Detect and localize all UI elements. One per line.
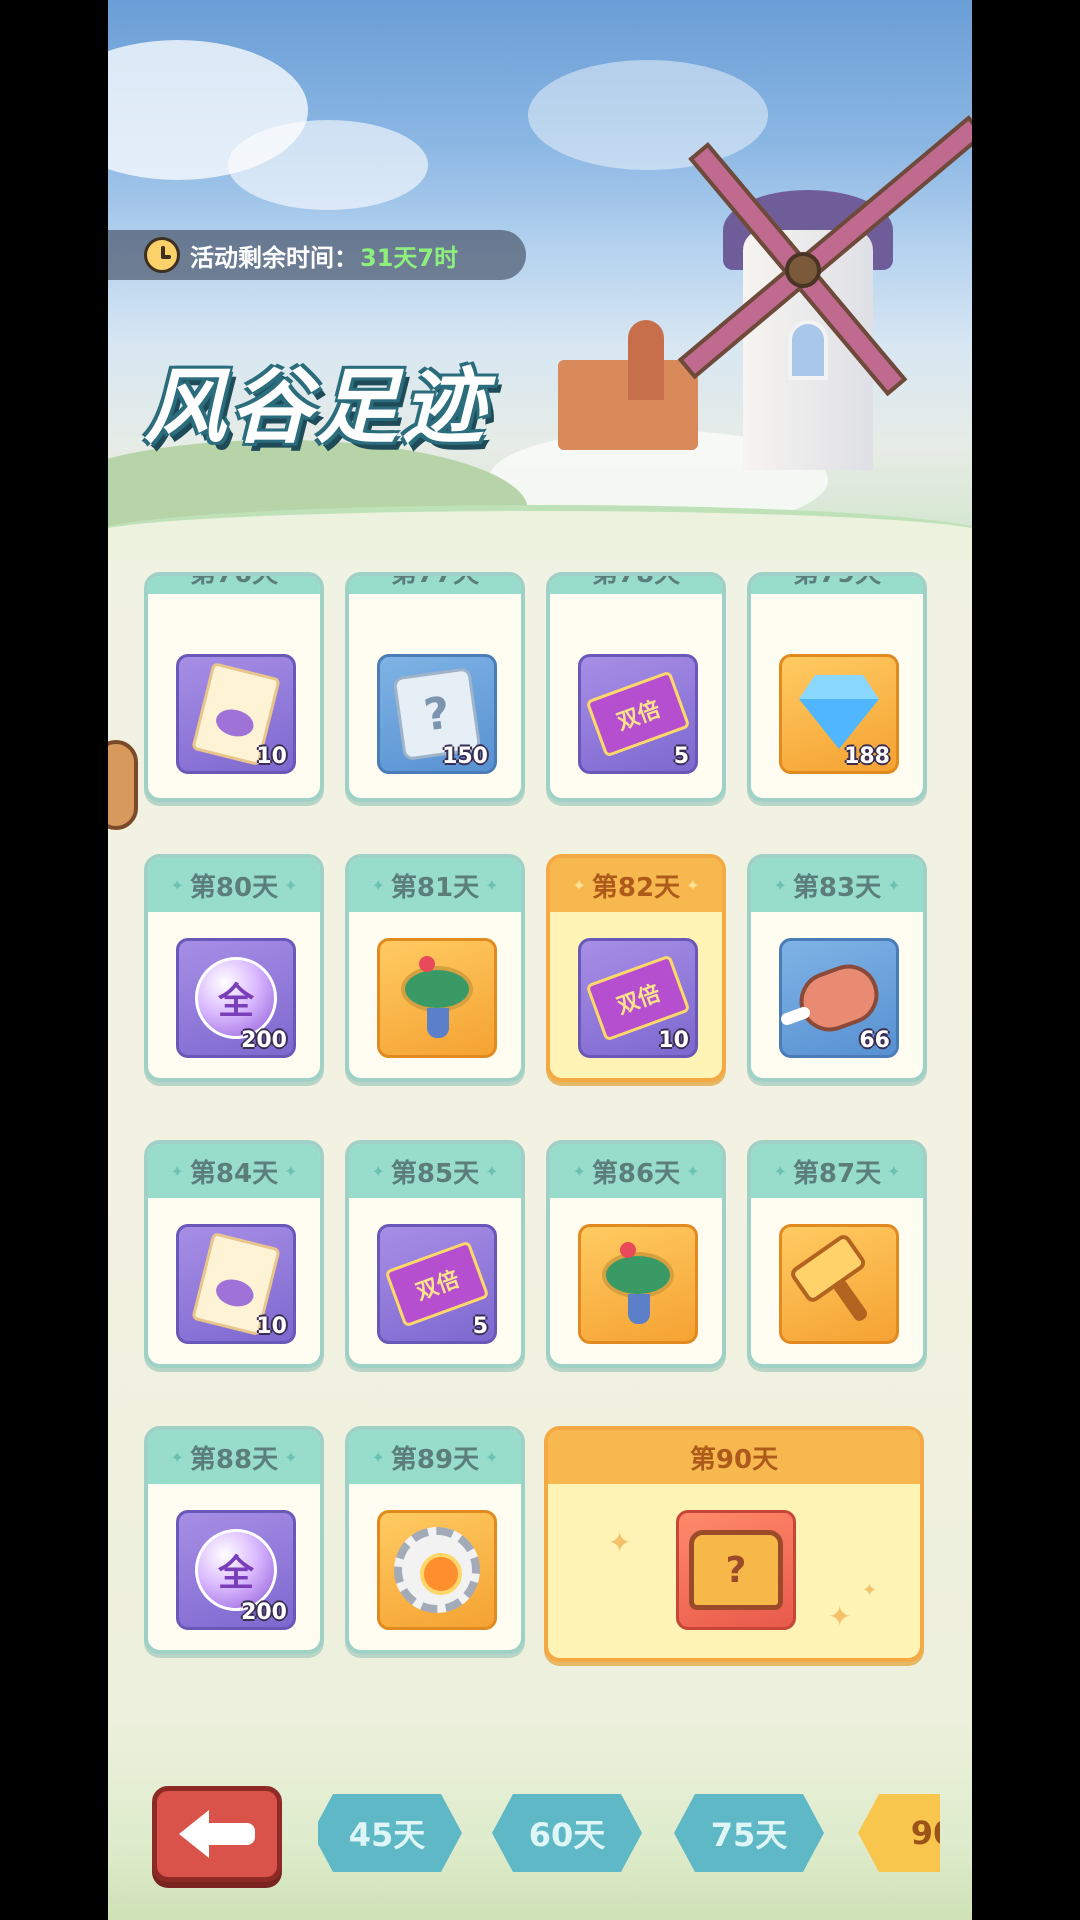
clock-icon <box>144 237 180 273</box>
reward-item[interactable] <box>578 1224 698 1344</box>
day-card-84[interactable]: ✦ 第84天 ✦ 10 <box>144 1140 324 1368</box>
day-card-76[interactable]: ✦第76天✦ 10 <box>144 572 324 802</box>
event-title: 风谷足迹 <box>144 360 488 455</box>
spinning-top-icon <box>395 956 479 1040</box>
day-label: ✦第79天✦ <box>751 576 923 594</box>
reward-item[interactable]: 全 200 <box>176 1510 296 1630</box>
mascot-icon[interactable] <box>108 740 138 830</box>
tab-45[interactable]: 45天 <box>318 1794 462 1872</box>
reward-item[interactable]: 188 <box>779 654 899 774</box>
reward-item[interactable] <box>377 938 497 1058</box>
reward-item[interactable]: ? 150 <box>377 654 497 774</box>
windmill-window <box>788 320 828 380</box>
day-label: ✦ 第88天 ✦ <box>148 1430 320 1484</box>
day-card-79[interactable]: ✦第79天✦ 188 <box>747 572 927 802</box>
day-label: ✦ 第82天 ✦ <box>550 858 722 912</box>
windmill-hub <box>785 252 821 288</box>
day-card-89[interactable]: ✦ 第89天 ✦ <box>345 1426 525 1654</box>
diamond-icon <box>799 699 879 749</box>
reward-item[interactable]: 双倍 5 <box>578 654 698 774</box>
cloud <box>228 120 428 210</box>
reward-count: 150 <box>442 744 488 769</box>
reward-item[interactable]: 双倍 10 <box>578 938 698 1058</box>
day-card-80[interactable]: ✦ 第80天 ✦ 全 200 <box>144 854 324 1082</box>
tab-60[interactable]: 60天 <box>492 1794 642 1872</box>
reward-item[interactable]: 66 <box>779 938 899 1058</box>
event-banner: 活动剩余时间： 31天7时 风谷足迹 <box>108 0 972 560</box>
reward-count: 10 <box>256 744 287 769</box>
day-label: ✦ 第85天 ✦ <box>349 1144 521 1198</box>
arrow-shaft <box>209 1823 255 1845</box>
day-label: ✦第78天✦ <box>550 576 722 594</box>
day-card-90-grand[interactable]: 第90天 ✦ ✦ ✦ ? <box>544 1426 924 1662</box>
day-label: ✦ 第80天 ✦ <box>148 858 320 912</box>
reward-count: 10 <box>658 1028 689 1053</box>
reward-count: 188 <box>844 744 890 769</box>
windmill <box>677 115 972 470</box>
day-card-82-current[interactable]: ✦ 第82天 ✦ 双倍 10 <box>546 854 726 1082</box>
treasure-chest-icon: ? <box>689 1530 783 1610</box>
back-button[interactable] <box>152 1786 282 1882</box>
day-label: ✦ 第84天 ✦ <box>148 1144 320 1198</box>
day-label: ✦ 第83天 ✦ <box>751 858 923 912</box>
house-tower <box>628 320 664 400</box>
reward-count: 200 <box>241 1028 287 1053</box>
day-card-86[interactable]: ✦ 第86天 ✦ <box>546 1140 726 1368</box>
reward-count: 5 <box>673 744 689 769</box>
reward-item[interactable] <box>377 1510 497 1630</box>
reward-item[interactable]: ? <box>676 1510 796 1630</box>
event-timer: 活动剩余时间： 31天7时 <box>108 230 526 280</box>
day-card-88[interactable]: ✦ 第88天 ✦ 全 200 <box>144 1426 324 1654</box>
day-card-83[interactable]: ✦ 第83天 ✦ 66 <box>747 854 927 1082</box>
day-card-87[interactable]: ✦ 第87天 ✦ <box>747 1140 927 1368</box>
day-label: ✦ 第81天 ✦ <box>349 858 521 912</box>
reward-count: 10 <box>256 1314 287 1339</box>
tab-75[interactable]: 75天 <box>674 1794 824 1872</box>
day-range-tabs: 45天 60天 75天 90 <box>318 1780 940 1890</box>
banner-edge <box>108 505 972 560</box>
sparkle-icon: ✦ <box>828 1600 852 1633</box>
reward-count: 66 <box>859 1028 890 1053</box>
all-orb-icon: 全 <box>195 957 277 1039</box>
reward-item[interactable]: 全 200 <box>176 938 296 1058</box>
day-card-77[interactable]: ✦第77天✦ ? 150 <box>345 572 525 802</box>
cloud <box>528 60 768 170</box>
day-label: 第90天 <box>548 1430 920 1484</box>
day-label: ✦ 第86天 ✦ <box>550 1144 722 1198</box>
day-label: ✦ 第89天 ✦ <box>349 1430 521 1484</box>
spinning-top-icon <box>596 1242 680 1326</box>
hammer-icon <box>776 1221 901 1346</box>
sparkle-icon: ✦ <box>608 1526 632 1559</box>
reward-item[interactable]: 10 <box>176 1224 296 1344</box>
all-orb-icon: 全 <box>195 1529 277 1611</box>
reward-item[interactable] <box>779 1224 899 1344</box>
gear-core-icon <box>394 1527 480 1613</box>
timer-label: 活动剩余时间： <box>190 243 358 272</box>
day-label: ✦第77天✦ <box>349 576 521 594</box>
reward-item[interactable]: 双倍 5 <box>377 1224 497 1344</box>
reward-count: 200 <box>241 1600 287 1625</box>
day-card-81[interactable]: ✦ 第81天 ✦ <box>345 854 525 1082</box>
reward-count: 5 <box>472 1314 488 1339</box>
timer-value: 31天7时 <box>360 243 459 272</box>
sparkle-icon: ✦ <box>862 1580 878 1601</box>
reward-item[interactable]: 10 <box>176 654 296 774</box>
day-label: ✦ 第87天 ✦ <box>751 1144 923 1198</box>
day-label: ✦第76天✦ <box>148 576 320 594</box>
arrow-left-icon <box>179 1810 209 1858</box>
tab-90[interactable]: 90 <box>858 1794 940 1872</box>
day-card-85[interactable]: ✦ 第85天 ✦ 双倍 5 <box>345 1140 525 1368</box>
event-screen: 活动剩余时间： 31天7时 风谷足迹 ✦第76天✦ 10 ✦第77天✦ ? 15… <box>108 0 972 1920</box>
day-card-78[interactable]: ✦第78天✦ 双倍 5 <box>546 572 726 802</box>
